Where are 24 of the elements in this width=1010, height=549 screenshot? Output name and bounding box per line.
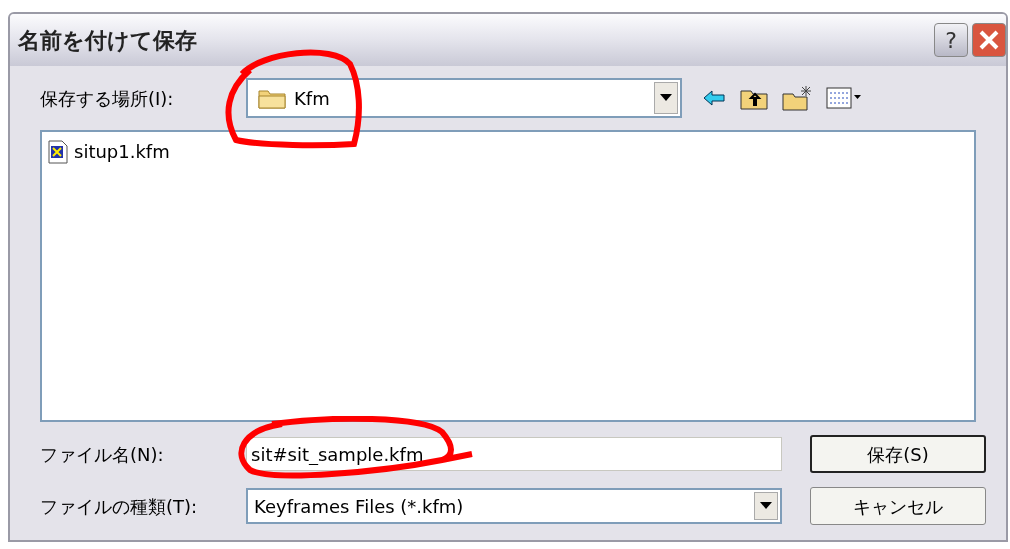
close-button[interactable] <box>972 23 1006 57</box>
location-combo[interactable]: Kfm <box>246 78 682 118</box>
new-folder-icon[interactable] <box>782 85 812 111</box>
file-type-combo[interactable]: Keyframes Files (*.kfm) <box>246 488 782 524</box>
file-name-field[interactable]: sit#sit_sample.kfm <box>246 437 782 471</box>
close-icon <box>977 28 1001 52</box>
view-menu-icon[interactable] <box>826 86 862 110</box>
location-value: Kfm <box>294 86 331 111</box>
caret-icon <box>760 502 772 510</box>
window-title: 名前を付けて保存 <box>18 26 198 55</box>
file-icon <box>48 139 68 164</box>
file-item[interactable]: situp1.kfm <box>72 138 172 165</box>
file-name-label: ファイル名(N): <box>39 442 165 467</box>
back-arrow-icon[interactable] <box>702 88 726 108</box>
cancel-button[interactable]: キャンセル <box>810 487 986 525</box>
save-button[interactable]: 保存(S) <box>810 435 986 473</box>
location-label: 保存する場所(I): <box>39 86 175 111</box>
dropdown-button[interactable] <box>654 82 678 114</box>
dropdown-button[interactable] <box>754 492 778 520</box>
folder-icon <box>258 87 286 109</box>
caret-icon <box>660 94 672 102</box>
help-button[interactable]: ? <box>934 23 968 57</box>
file-type-value: Keyframes Files (*.kfm) <box>254 494 465 519</box>
file-type-label: ファイルの種類(T): <box>39 494 199 519</box>
